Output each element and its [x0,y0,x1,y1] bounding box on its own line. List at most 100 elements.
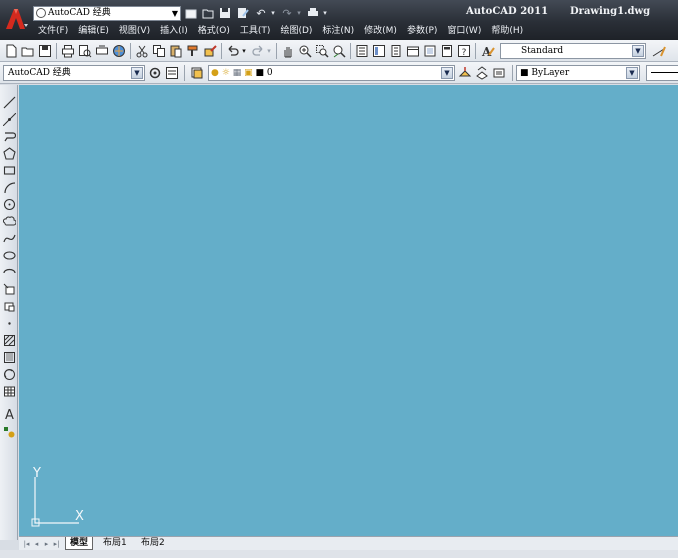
arc-icon [3,182,15,194]
quickcalc-button[interactable] [439,43,455,59]
draw-ellipse-button[interactable] [1,248,17,263]
undo-dropdown[interactable]: ▾ [240,43,248,59]
qat-customize-dropdown[interactable]: ▾ [320,6,330,20]
block-editor-button[interactable] [202,43,218,59]
redo-button[interactable]: ↷ [280,6,294,20]
undo-button[interactable] [225,43,241,59]
draw-line-button[interactable] [1,95,17,110]
undo-dropdown[interactable]: ▾ [268,6,278,20]
menu-window[interactable]: 窗口(W) [447,24,481,38]
first-tab-button[interactable]: |◂ [22,539,31,549]
zoom-previous-button[interactable] [331,43,347,59]
linetype-control-select[interactable] [646,65,678,81]
sun-icon: ☼ [221,68,230,78]
paste-button[interactable] [168,43,184,59]
text-style-button[interactable]: A [479,43,497,59]
zoom-realtime-button[interactable] [297,43,313,59]
menu-insert[interactable]: 插入(I) [160,24,188,38]
redo-dropdown[interactable]: ▾ [265,43,273,59]
workspace-select[interactable]: AutoCAD 经典 ▼ [3,65,145,81]
qnew-button[interactable] [184,6,198,20]
design-center-button[interactable] [371,43,387,59]
menu-format[interactable]: 格式(O) [198,24,230,38]
help-button[interactable]: ? [456,43,472,59]
3d-dwf-button[interactable] [111,43,127,59]
copy-button[interactable] [151,43,167,59]
draw-arc-button[interactable] [1,180,17,195]
match-properties-button[interactable] [185,43,201,59]
plot-preview-button[interactable] [236,6,250,20]
redo-button[interactable] [250,43,266,59]
new-button[interactable] [3,43,19,59]
markup-set-icon [424,45,436,57]
linetype-preview [651,72,678,73]
menu-help[interactable]: 帮助(H) [491,24,523,38]
menu-tools[interactable]: 工具(T) [240,24,271,38]
tab-model[interactable]: 模型 [65,537,94,550]
my-workspace-button[interactable] [164,65,180,81]
zoom-window-button[interactable] [314,43,330,59]
toolbar-separator [276,43,277,59]
menu-file[interactable]: 文件(F) [38,24,68,38]
menu-view[interactable]: 视图(V) [119,24,150,38]
draw-construction-line-button[interactable] [1,112,17,127]
cut-button[interactable] [134,43,150,59]
undo-button[interactable]: ↶ [254,6,268,20]
pan-button[interactable] [280,43,296,59]
table-button[interactable] [1,384,17,399]
tab-layout2[interactable]: 布局2 [137,537,169,550]
gradient-button[interactable] [1,350,17,365]
draw-point-button[interactable] [1,316,17,331]
application-menu-button[interactable] [2,4,29,36]
sheet-set-manager-button[interactable] [405,43,421,59]
menu-edit[interactable]: 编辑(E) [78,24,109,38]
draw-ellipse-arc-button[interactable] [1,265,17,280]
previous-tab-button[interactable]: ◂ [32,539,41,549]
tool-palettes-button[interactable] [388,43,404,59]
next-tab-button[interactable]: ▸ [42,539,51,549]
make-block-button[interactable] [1,299,17,314]
save-button[interactable] [218,6,232,20]
ellipse-icon [2,251,16,260]
document-title: Drawing1.dwg [570,6,651,17]
open-button[interactable] [201,6,215,20]
region-button[interactable] [1,367,17,382]
open-button[interactable] [20,43,36,59]
markup-set-manager-button[interactable] [422,43,438,59]
draw-spline-button[interactable] [1,231,17,246]
make-current-layer-button[interactable] [457,65,473,81]
plot-preview-button[interactable] [77,43,93,59]
multiline-text-button[interactable]: A [1,405,17,422]
save-button[interactable] [37,43,53,59]
insert-block-button[interactable] [1,282,17,297]
draw-polyline-button[interactable] [1,129,17,144]
drawing-canvas[interactable]: Y X [19,85,678,536]
menu-parametric[interactable]: 参数(P) [407,24,437,38]
color-control-select[interactable]: ■ ByLayer ▼ [516,65,640,81]
menu-dimension[interactable]: 标注(N) [322,24,354,38]
plot-button[interactable] [306,6,320,20]
menu-modify[interactable]: 修改(M) [364,24,397,38]
tab-layout1[interactable]: 布局1 [99,537,131,550]
layer-select[interactable]: ● ☼ ▦ ▣ ■ 0 ▼ [208,65,455,81]
add-selected-button[interactable] [1,425,17,440]
last-tab-button[interactable]: ▸| [52,539,61,549]
layer-properties-button[interactable] [189,65,205,81]
redo-dropdown[interactable]: ▾ [294,6,304,20]
menu-draw[interactable]: 绘图(D) [280,24,312,38]
hatch-button[interactable] [1,333,17,348]
layer-previous-button[interactable] [474,65,490,81]
publish-icon [96,45,108,55]
draw-polygon-button[interactable] [1,146,17,161]
workspace-switcher[interactable]: AutoCAD 经典 ▼ [33,6,181,21]
plot-button[interactable] [60,43,76,59]
layer-states-button[interactable] [491,65,507,81]
text-style-select[interactable]: Standard ▼ [500,43,646,59]
properties-button[interactable] [354,43,370,59]
draw-rectangle-button[interactable] [1,163,17,178]
dimension-style-button[interactable] [650,43,668,59]
draw-circle-button[interactable] [1,197,17,212]
publish-button[interactable] [94,43,110,59]
draw-revision-cloud-button[interactable] [1,214,17,229]
workspace-settings-button[interactable] [147,65,163,81]
